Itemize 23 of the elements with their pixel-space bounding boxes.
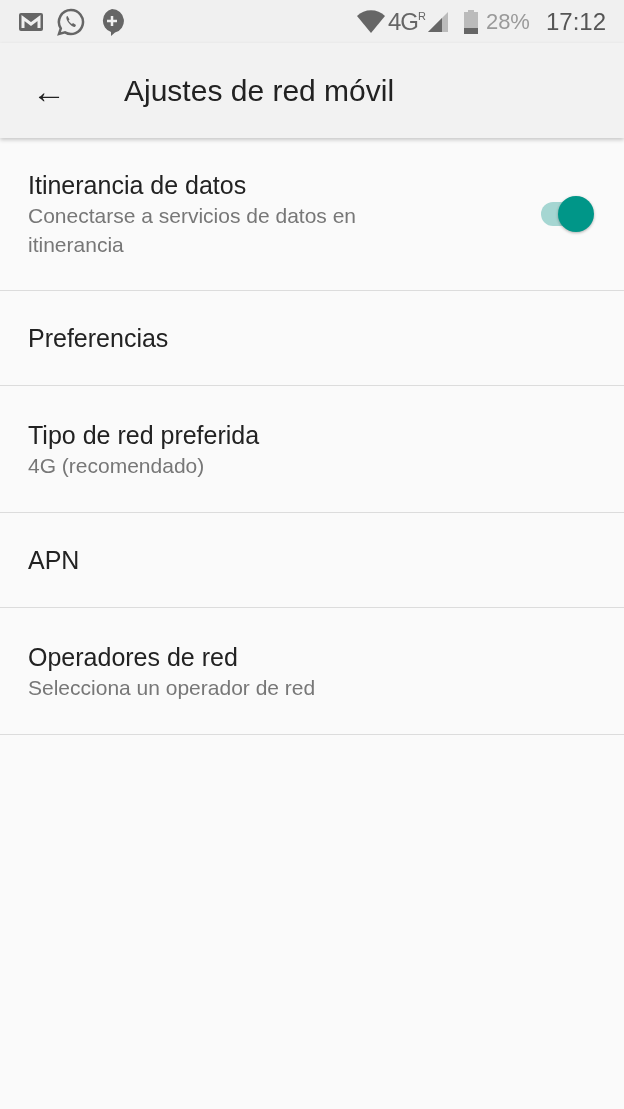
item-summary: 4G (recomendado) (28, 452, 206, 479)
settings-item[interactable]: Tipo de red preferida 4G (recomendado) (0, 386, 624, 513)
back-button[interactable]: ← (22, 63, 76, 118)
chat-bubble-phone-icon (57, 7, 85, 36)
settings-item[interactable]: Itinerancia de datos Conectarse a servicios de datos en itinerancia (0, 138, 624, 291)
item-title: Preferencias (28, 323, 170, 354)
wifi-icon (355, 9, 386, 34)
roaming-mark: R (417, 9, 426, 24)
item-title: APN (28, 545, 81, 576)
settings-item[interactable]: APN (0, 513, 624, 608)
battery-icon (463, 9, 478, 34)
screen-title: Ajustes de red móvil (124, 73, 395, 109)
mail-icon (18, 11, 44, 32)
battery-percent: 28% (485, 8, 530, 36)
settings-item[interactable]: Operadores de red Selecciona un operador de red (0, 608, 624, 735)
item-summary: Selecciona un operador de red (28, 674, 317, 701)
network-type: 4G (387, 6, 418, 37)
item-title: Operadores de red (28, 641, 239, 673)
item-summary: Conectarse a servicios de datos en itinerancia (28, 203, 357, 258)
clock: 17:12 (545, 6, 606, 37)
item-title: Tipo de red preferida (28, 419, 261, 451)
settings-item[interactable]: Preferencias (0, 291, 624, 386)
item-title: Itinerancia de datos (28, 170, 248, 201)
